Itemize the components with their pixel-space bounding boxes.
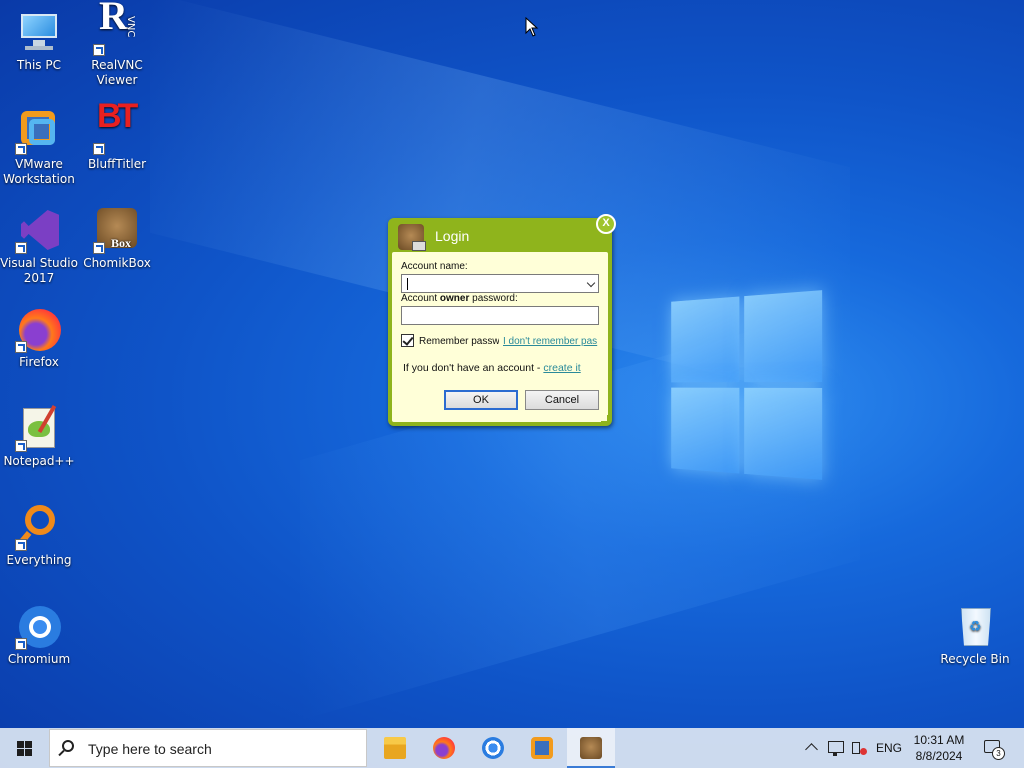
desktop-icon-label: Everything: [6, 553, 72, 567]
search-placeholder: Type here to search: [88, 741, 212, 757]
chevron-down-icon[interactable]: [586, 278, 596, 288]
taskbar-app-chomikbox[interactable]: [567, 728, 615, 768]
desktop-icon-blufftitler[interactable]: BT BluffTitler: [78, 99, 156, 172]
network-icon[interactable]: [826, 728, 846, 768]
password-label: Account owner password:: [401, 293, 518, 304]
dialog-title: Login: [435, 228, 470, 244]
cancel-button[interactable]: Cancel: [525, 390, 599, 410]
desktop-icon-visual-studio-2017[interactable]: Visual Studio 2017: [0, 206, 78, 286]
desktop-icon-label: Recycle Bin: [940, 652, 1010, 666]
file-explorer-icon: [384, 737, 406, 759]
taskbar-search-box[interactable]: Type here to search: [49, 729, 367, 767]
chomikbox-icon: Box: [93, 206, 141, 254]
recycle-bin-icon: ♻: [951, 602, 999, 650]
desktop-icon-label: This PC: [17, 58, 61, 72]
taskbar-app-vmware[interactable]: [518, 728, 566, 768]
desktop-icon-label: VMware Workstation: [3, 157, 75, 186]
password-field[interactable]: [401, 306, 599, 325]
volume-muted-icon[interactable]: [850, 728, 870, 768]
notepad-plus-plus-icon: [15, 404, 63, 452]
chromium-icon: [482, 737, 504, 759]
account-name-label: Account name:: [401, 261, 468, 272]
desktop-icon-label: BluffTitler: [87, 157, 147, 171]
clock-time: 10:31 AM: [913, 733, 965, 747]
desktop-icon-realvnc-viewer[interactable]: R VNC RealVNC Viewer: [78, 0, 156, 88]
desktop-icon-label: ChomikBox: [83, 256, 151, 270]
desktop-icon-firefox[interactable]: Firefox: [0, 305, 78, 370]
create-account-link[interactable]: create it: [543, 362, 580, 374]
start-button[interactable]: [0, 728, 48, 768]
notifications-button[interactable]: 3: [978, 728, 1008, 768]
taskbar-app-firefox[interactable]: [420, 728, 468, 768]
desktop-icon-vmware-workstation[interactable]: VMware Workstation: [0, 107, 78, 187]
search-icon: [62, 740, 74, 752]
firefox-icon: [15, 305, 63, 353]
resize-grip[interactable]: [601, 415, 609, 423]
remember-password-label[interactable]: Remember passw: [419, 336, 499, 347]
close-button[interactable]: X: [596, 214, 616, 234]
desktop-icon-notepad-plus-plus[interactable]: Notepad++: [0, 404, 78, 469]
desktop-icon-label: RealVNC Viewer: [91, 58, 143, 87]
taskbar-app-chromium[interactable]: [469, 728, 517, 768]
vmware-icon: [531, 737, 553, 759]
chomikbox-icon: [580, 737, 602, 759]
login-dialog: Login X Account name: Account owner pass…: [388, 214, 616, 426]
realvnc-icon: R VNC: [93, 0, 141, 56]
chromium-icon: [15, 602, 63, 650]
clock[interactable]: 10:31 AM 8/8/2024: [908, 728, 970, 768]
text-caret: [407, 278, 408, 290]
forgot-password-link[interactable]: I don't remember pas: [503, 336, 600, 347]
account-name-combobox[interactable]: [401, 274, 599, 293]
firefox-icon: [433, 737, 455, 759]
desktop-icon-this-pc[interactable]: This PC: [0, 8, 78, 73]
login-form: Account name: Account owner password: Re…: [392, 252, 608, 422]
no-account-text: If you don't have an account - create it: [403, 362, 581, 374]
vmware-icon: [15, 107, 63, 155]
desktop-icon-chromium[interactable]: Chromium: [0, 602, 78, 667]
windows-logo-wallpaper: [671, 290, 824, 480]
computer-icon: [15, 8, 63, 56]
taskbar-app-file-explorer[interactable]: [371, 728, 419, 768]
ok-button[interactable]: OK: [444, 390, 518, 410]
blufftitler-icon: BT: [93, 99, 141, 155]
desktop-icon-label: Firefox: [19, 355, 59, 369]
taskbar: Type here to search ENG 10:31 AM 8/8/202…: [0, 728, 1024, 768]
everything-search-icon: [15, 503, 63, 551]
desktop-icon-label: Visual Studio 2017: [0, 256, 78, 285]
desktop-icon-label: Notepad++: [3, 454, 75, 468]
windows-logo-icon: [17, 741, 32, 756]
visual-studio-icon: [15, 206, 63, 254]
desktop-icon-recycle-bin[interactable]: ♻ Recycle Bin: [936, 602, 1014, 667]
desktop-icon-chomikbox[interactable]: Box ChomikBox: [78, 206, 156, 271]
desktop-icon-everything[interactable]: Everything: [0, 503, 78, 568]
desktop-icon-label: Chromium: [7, 652, 71, 666]
clock-date: 8/8/2024: [915, 749, 963, 763]
remember-password-checkbox[interactable]: [401, 334, 414, 347]
chomikbox-icon: [398, 224, 426, 251]
notification-count-badge: 3: [992, 747, 1005, 760]
show-hidden-icons-chevron-icon[interactable]: [804, 728, 820, 768]
input-language[interactable]: ENG: [876, 728, 902, 768]
